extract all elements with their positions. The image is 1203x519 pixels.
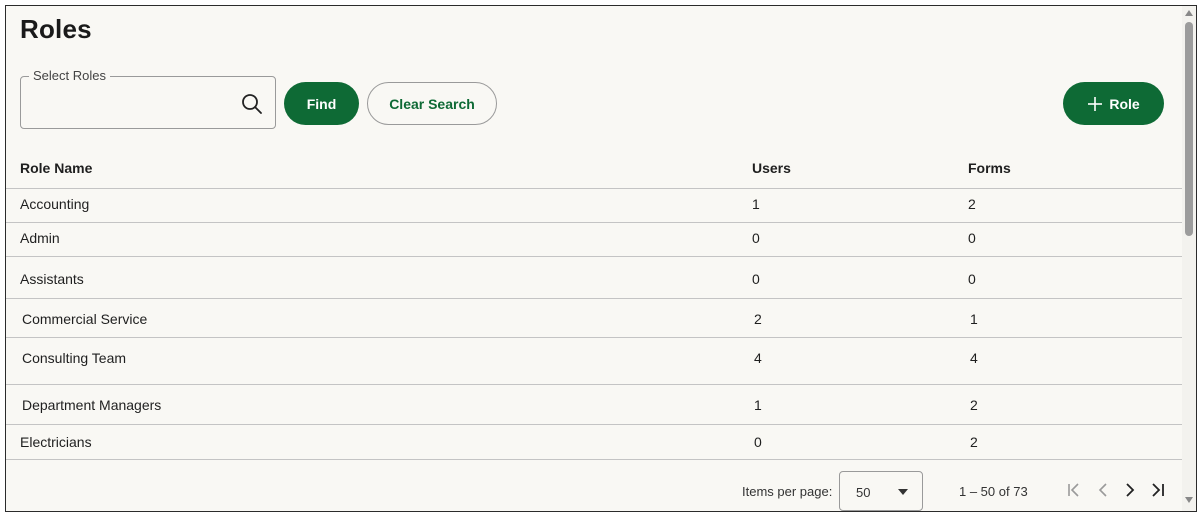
select-roles-label: Select Roles <box>29 68 110 83</box>
previous-page-icon[interactable] <box>1094 481 1112 499</box>
role-name-cell: Assistants <box>20 271 84 287</box>
forms-count-cell: 0 <box>968 230 976 246</box>
table-header: Role Name Users Forms <box>6 146 1182 189</box>
role-name-cell: Accounting <box>20 196 90 212</box>
forms-count-cell: 0 <box>968 271 976 287</box>
table-row[interactable]: Department Managers 1 2 <box>6 385 1182 425</box>
page-title: Roles <box>20 14 92 44</box>
scroll-down-arrow-icon[interactable] <box>1185 497 1193 503</box>
users-count-cell: 0 <box>752 230 760 246</box>
add-role-button[interactable]: Role <box>1063 82 1164 125</box>
table-row[interactable]: Assistants 0 0 <box>6 257 1182 299</box>
users-count-cell: 1 <box>752 196 760 212</box>
table-row[interactable]: Accounting 1 2 <box>6 189 1182 223</box>
roles-table: Role Name Users Forms Accounting 1 2 Adm… <box>6 146 1182 460</box>
paginator: Items per page: 50 1 – 50 of 73 <box>6 468 1182 511</box>
items-per-page-value: 50 <box>856 485 871 500</box>
table-row[interactable]: Commercial Service 2 1 <box>6 299 1182 338</box>
next-page-icon[interactable] <box>1121 481 1139 499</box>
clear-search-button[interactable]: Clear Search <box>367 82 497 125</box>
forms-count-cell: 2 <box>968 196 976 212</box>
page-range-label: 1 – 50 of 73 <box>959 484 1028 499</box>
column-header-forms[interactable]: Forms <box>968 160 1011 176</box>
forms-count-cell: 4 <box>970 350 978 366</box>
users-count-cell: 1 <box>754 397 762 413</box>
add-role-label: Role <box>1109 95 1140 112</box>
scroll-up-arrow-icon[interactable] <box>1185 10 1193 16</box>
plus-icon <box>1088 96 1103 111</box>
column-header-users[interactable]: Users <box>752 160 791 176</box>
role-name-cell: Electricians <box>20 434 92 450</box>
column-header-role-name[interactable]: Role Name <box>20 160 92 176</box>
role-name-cell: Department Managers <box>22 397 162 413</box>
users-count-cell: 0 <box>752 271 760 287</box>
table-row[interactable]: Consulting Team 4 4 <box>6 338 1182 385</box>
users-count-cell: 4 <box>754 350 762 366</box>
forms-count-cell: 2 <box>970 397 978 413</box>
role-name-cell: Commercial Service <box>22 311 148 327</box>
items-per-page-label: Items per page: <box>742 484 833 499</box>
search-icon[interactable] <box>241 93 263 115</box>
forms-count-cell: 1 <box>970 311 978 327</box>
users-count-cell: 0 <box>754 434 762 450</box>
forms-count-cell: 2 <box>970 434 978 450</box>
role-name-cell: Admin <box>20 230 60 246</box>
select-roles-input[interactable] <box>31 91 235 117</box>
caret-down-icon <box>898 489 908 495</box>
roles-panel: Roles Select Roles Find Clear Search Rol… <box>5 5 1197 512</box>
first-page-icon[interactable] <box>1065 481 1083 499</box>
table-row[interactable]: Electricians 0 2 <box>6 425 1182 460</box>
last-page-icon[interactable] <box>1149 481 1167 499</box>
find-button[interactable]: Find <box>284 82 359 125</box>
scrollbar-thumb[interactable] <box>1185 22 1193 236</box>
select-roles-field[interactable]: Select Roles <box>20 68 276 129</box>
role-name-cell: Consulting Team <box>22 350 127 366</box>
vertical-scrollbar[interactable] <box>1182 6 1196 511</box>
items-per-page-select[interactable]: 50 <box>839 471 923 511</box>
users-count-cell: 2 <box>754 311 762 327</box>
table-row[interactable]: Admin 0 0 <box>6 223 1182 257</box>
